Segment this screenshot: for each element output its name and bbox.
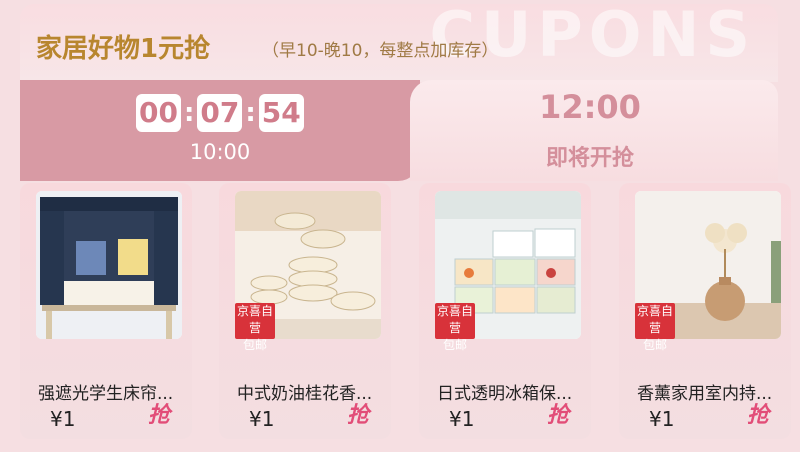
page-title: 家居好物1元抢 bbox=[36, 34, 211, 64]
badge-line: 京喜自营 bbox=[436, 304, 473, 335]
countdown-separator: : bbox=[183, 98, 195, 128]
self-operated-badge: 京喜自营 包邮 bbox=[635, 303, 675, 352]
badge-line: 京喜自营 bbox=[236, 304, 273, 335]
product-price: ¥1 bbox=[50, 407, 76, 431]
badge-line: 京喜自营 bbox=[636, 304, 673, 335]
next-session-time: 12:00 bbox=[539, 88, 641, 126]
countdown-seconds: 54 bbox=[258, 94, 304, 132]
next-session-status: 即将开抢 bbox=[545, 146, 634, 171]
current-session-time: 10:00 bbox=[189, 140, 251, 164]
countdown-separator: : bbox=[245, 98, 256, 128]
grab-icon[interactable]: 抢 bbox=[539, 401, 577, 431]
product-card[interactable]: 京喜自营 包邮 中式奶油桂花香... ¥1 抢 bbox=[219, 183, 391, 439]
product-image-bed-curtain bbox=[36, 191, 182, 339]
grab-icon[interactable]: 抢 bbox=[739, 401, 777, 431]
badge-line: 包邮 bbox=[442, 338, 467, 352]
page-subtitle: （早10-晚10，每整点加库存） bbox=[262, 41, 499, 61]
product-price: ¥1 bbox=[649, 407, 675, 431]
product-list: 强遮光学生床帘... ¥1 抢 京喜自营 包邮 中式奶油桂花香... ¥1 抢 … bbox=[0, 183, 800, 452]
product-card[interactable]: 京喜自营 包邮 香薰家用室内持... ¥1 抢 bbox=[619, 183, 791, 439]
countdown-timer: 00 : 07 : 54 bbox=[136, 94, 304, 132]
grab-icon[interactable]: 抢 bbox=[140, 401, 178, 431]
product-card[interactable]: 京喜自营 包邮 日式透明冰箱保... ¥1 抢 bbox=[419, 183, 591, 439]
countdown-hours: 00 bbox=[136, 94, 181, 132]
self-operated-badge: 京喜自营 包邮 bbox=[435, 303, 475, 352]
product-price: ¥1 bbox=[249, 407, 275, 431]
product-price: ¥1 bbox=[449, 407, 475, 431]
grab-icon[interactable]: 抢 bbox=[339, 401, 377, 431]
product-card[interactable]: 强遮光学生床帘... ¥1 抢 bbox=[20, 183, 192, 439]
badge-line: 包邮 bbox=[642, 338, 667, 352]
self-operated-badge: 京喜自营 包邮 bbox=[235, 303, 275, 352]
badge-line: 包邮 bbox=[242, 338, 267, 352]
countdown-minutes: 07 bbox=[197, 94, 243, 132]
